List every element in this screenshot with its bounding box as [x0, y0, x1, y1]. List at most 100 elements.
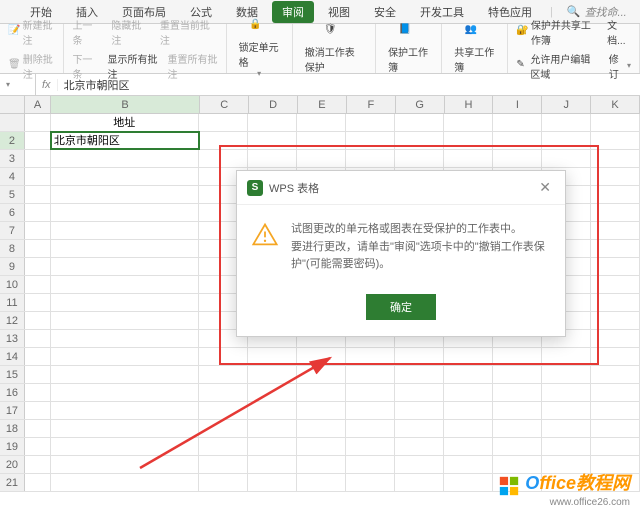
cell[interactable]	[199, 132, 248, 149]
cell[interactable]	[444, 366, 493, 383]
cell[interactable]	[248, 114, 297, 131]
row-header[interactable]: 4	[0, 168, 25, 185]
fx-button[interactable]: fx	[36, 79, 58, 91]
cell[interactable]	[346, 474, 395, 491]
cell[interactable]	[25, 384, 51, 401]
cell[interactable]	[395, 474, 444, 491]
reset-comment-button[interactable]: 重置当前批注	[158, 15, 220, 49]
cell[interactable]	[395, 456, 444, 473]
cell[interactable]	[51, 456, 199, 473]
cell[interactable]	[493, 150, 542, 167]
cell[interactable]	[248, 132, 297, 149]
cell[interactable]	[346, 150, 395, 167]
cell[interactable]	[297, 114, 346, 131]
cell[interactable]	[51, 330, 199, 347]
row-header[interactable]: 9	[0, 258, 25, 275]
col-header-d[interactable]: D	[249, 96, 298, 113]
row-header[interactable]: 20	[0, 456, 25, 473]
cell[interactable]	[51, 402, 199, 419]
cell[interactable]	[591, 258, 640, 275]
cell[interactable]	[542, 438, 591, 455]
cell[interactable]	[25, 438, 51, 455]
cell[interactable]	[591, 168, 640, 185]
cell[interactable]	[297, 402, 346, 419]
row-header[interactable]: 10	[0, 276, 25, 293]
cell[interactable]	[297, 474, 346, 491]
cell[interactable]	[25, 402, 51, 419]
cell[interactable]	[444, 132, 493, 149]
cell[interactable]	[346, 438, 395, 455]
cell[interactable]	[591, 420, 640, 437]
cell[interactable]	[591, 204, 640, 221]
cell[interactable]	[25, 132, 51, 149]
col-header-f[interactable]: F	[347, 96, 396, 113]
cell[interactable]	[25, 258, 51, 275]
cell[interactable]	[444, 456, 493, 473]
row-header[interactable]: 2	[0, 132, 25, 149]
cell[interactable]	[591, 132, 640, 149]
cell[interactable]	[51, 204, 199, 221]
cell[interactable]	[51, 294, 199, 311]
cell[interactable]	[591, 276, 640, 293]
cell[interactable]	[25, 474, 51, 491]
cell[interactable]	[248, 420, 297, 437]
row-header[interactable]: 12	[0, 312, 25, 329]
cell[interactable]	[25, 420, 51, 437]
unprotect-sheet-button[interactable]: 🛡 撤消工作表保护	[299, 22, 369, 76]
col-header-k[interactable]: K	[591, 96, 640, 113]
col-header-c[interactable]: C	[200, 96, 249, 113]
cell[interactable]	[25, 222, 51, 239]
cell[interactable]	[199, 348, 248, 365]
cell[interactable]	[493, 384, 542, 401]
cell[interactable]	[25, 366, 51, 383]
cell[interactable]	[542, 402, 591, 419]
prev-comment-button[interactable]: 上一条	[70, 15, 103, 49]
cell[interactable]	[25, 456, 51, 473]
cell[interactable]	[346, 420, 395, 437]
cell[interactable]	[591, 150, 640, 167]
row-header[interactable]: 17	[0, 402, 25, 419]
cell[interactable]	[493, 132, 542, 149]
cell[interactable]	[199, 438, 248, 455]
col-header-i[interactable]: I	[493, 96, 542, 113]
cell[interactable]	[493, 366, 542, 383]
protect-share-button[interactable]: 🔐保护并共享工作簿	[514, 15, 599, 49]
row-header[interactable]: 16	[0, 384, 25, 401]
row-header[interactable]: 7	[0, 222, 25, 239]
row-header[interactable]: 11	[0, 294, 25, 311]
col-header-h[interactable]: H	[445, 96, 494, 113]
cell[interactable]	[297, 366, 346, 383]
cell[interactable]	[248, 384, 297, 401]
name-box[interactable]: ▾	[0, 74, 36, 95]
cell[interactable]	[444, 402, 493, 419]
cell[interactable]	[591, 366, 640, 383]
cell[interactable]	[248, 456, 297, 473]
cell[interactable]	[199, 474, 248, 491]
cell[interactable]	[591, 114, 640, 131]
cell[interactable]	[51, 384, 199, 401]
row-header[interactable]: 6	[0, 204, 25, 221]
lock-cell-button[interactable]: 🔒 锁定单元格▾	[233, 17, 286, 80]
tab-security[interactable]: 安全	[364, 1, 406, 23]
cell[interactable]	[444, 474, 493, 491]
col-header-e[interactable]: E	[298, 96, 347, 113]
cell[interactable]	[248, 348, 297, 365]
cell[interactable]	[591, 402, 640, 419]
row-header[interactable]: 5	[0, 186, 25, 203]
cell[interactable]	[199, 366, 248, 383]
cell[interactable]	[444, 348, 493, 365]
tab-view[interactable]: 视图	[318, 1, 360, 23]
cell[interactable]: 地址	[51, 114, 199, 131]
cell[interactable]	[444, 150, 493, 167]
tab-devtools[interactable]: 开发工具	[410, 1, 474, 23]
cell[interactable]	[297, 456, 346, 473]
cell[interactable]	[346, 456, 395, 473]
cell[interactable]	[591, 186, 640, 203]
cell[interactable]	[51, 420, 199, 437]
cell[interactable]	[297, 384, 346, 401]
cell[interactable]	[395, 384, 444, 401]
cell[interactable]	[25, 150, 51, 167]
cell[interactable]	[493, 114, 542, 131]
cell[interactable]	[591, 438, 640, 455]
cell[interactable]	[591, 384, 640, 401]
